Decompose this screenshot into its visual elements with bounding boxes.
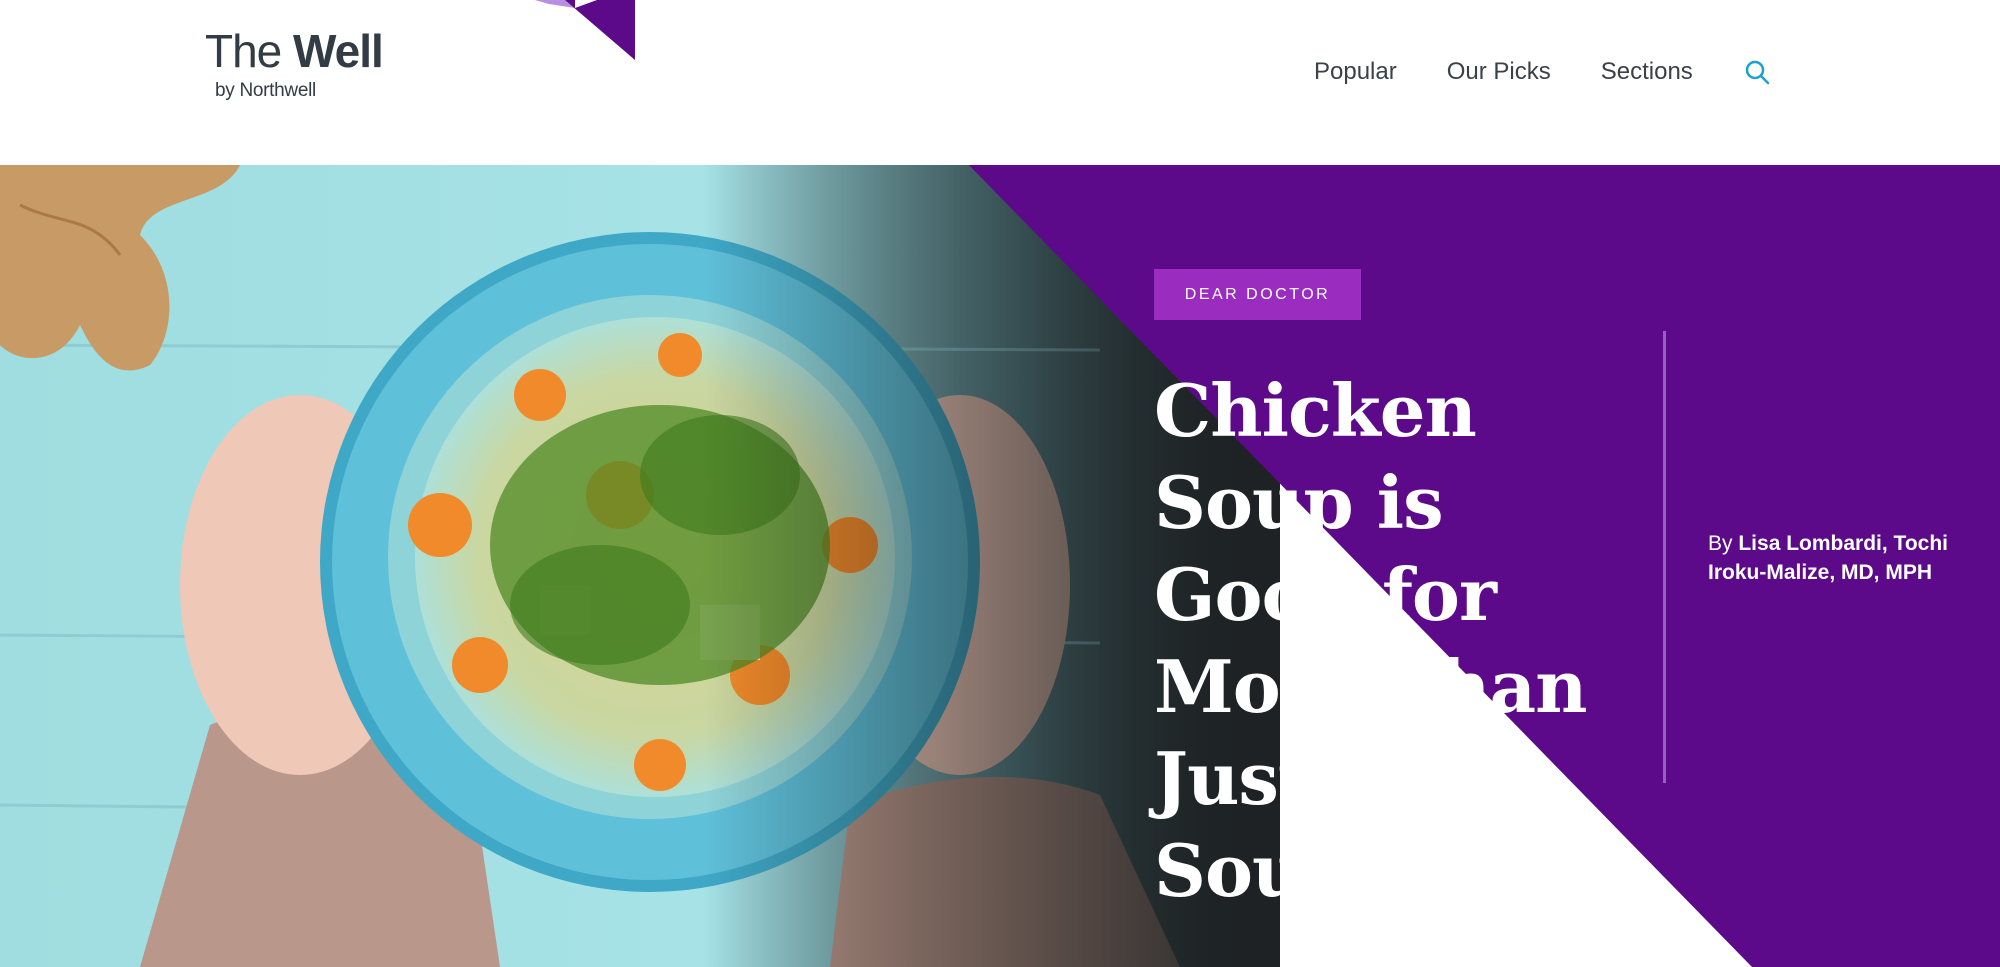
byline-prefix: By — [1708, 532, 1733, 555]
search-icon — [1745, 60, 1770, 85]
site-header: The Well by Northwell Popular Our Picks … — [0, 0, 2000, 165]
purple-diagonal-panel — [0, 165, 2000, 967]
logo-subtitle: by Northwell — [215, 80, 316, 101]
category-badge[interactable]: DEAR DOCTOR — [1154, 269, 1361, 320]
nav-item-popular[interactable]: Popular — [1314, 58, 1397, 86]
nav-item-our-picks[interactable]: Our Picks — [1447, 58, 1551, 86]
main-nav: Popular Our Picks Sections — [1314, 54, 1771, 90]
article-title: Chicken Soup is Good for More Than Just … — [1154, 368, 1587, 913]
title-divider — [1663, 331, 1666, 783]
site-logo[interactable]: The Well by Northwell — [205, 0, 635, 110]
nav-item-sections[interactable]: Sections — [1601, 58, 1693, 86]
byline-authors[interactable]: Lisa Lombardi, Tochi Iroku-Malize, MD, M… — [1708, 532, 1948, 584]
article-byline: By Lisa Lombardi, Tochi Iroku-Malize, MD… — [1708, 529, 1968, 587]
article-hero: DEAR DOCTOR Chicken Soup is Good for Mor… — [0, 165, 2000, 967]
logo-wordmark: The Well — [205, 25, 384, 77]
search-button[interactable] — [1743, 58, 1771, 86]
logo-mark-icon — [535, 0, 635, 60]
